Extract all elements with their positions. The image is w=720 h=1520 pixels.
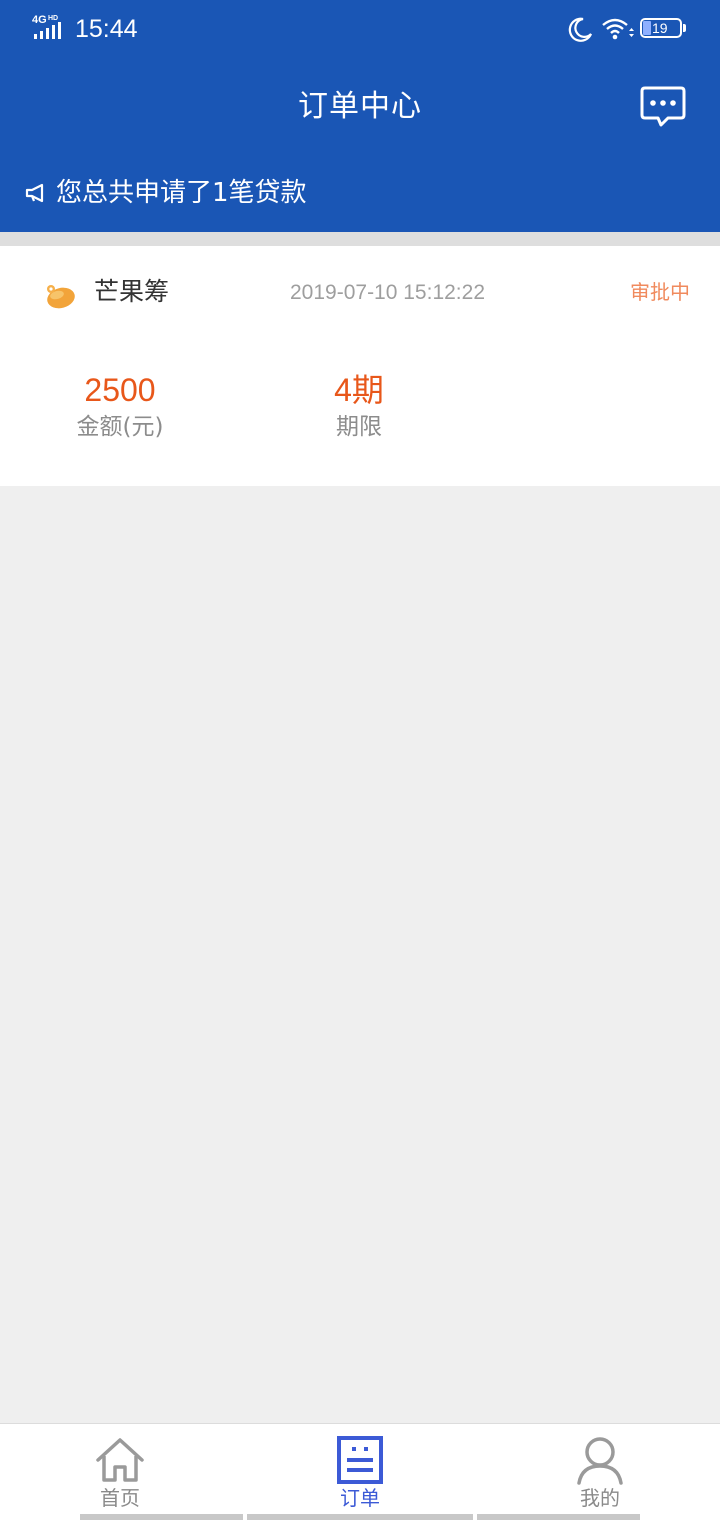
order-list-icon (337, 1436, 383, 1484)
tab-order-label: 订单 (340, 1486, 380, 1510)
battery-level: 19 (652, 20, 668, 36)
user-icon (577, 1437, 623, 1485)
order-card[interactable]: 芒果筹 2019-07-10 15:12:22 审批中 2500 金额(元) 4… (0, 246, 720, 486)
mango-logo-icon (47, 285, 75, 309)
brand-name: 芒果筹 (94, 277, 170, 306)
svg-text:HD: HD (48, 15, 58, 22)
tab-underline-order (247, 1514, 473, 1520)
wifi-icon (602, 18, 634, 40)
battery-icon: 19 (640, 18, 686, 40)
svg-text:4G: 4G (32, 14, 47, 26)
page-title: 订单中心 (298, 89, 422, 124)
chat-bubble-icon (640, 86, 686, 127)
home-icon (96, 1438, 144, 1482)
tab-home-label: 首页 (100, 1486, 140, 1510)
amount-stat: 2500 金额(元) (40, 368, 200, 442)
moon-icon (568, 17, 593, 42)
amount-label: 金额(元) (76, 414, 164, 440)
loan-notice: 您总共申请了1笔贷款 (24, 174, 307, 212)
divider (0, 232, 720, 246)
term-value: 4期 (334, 372, 384, 408)
status-bar: 4G HD 15:44 19 (0, 0, 720, 60)
amount-value: 2500 (84, 372, 156, 408)
term-stat: 4期 期限 (279, 368, 439, 442)
term-label: 期限 (336, 414, 382, 440)
header: 4G HD 15:44 19 订单中心 您总共申请了1笔贷款 (0, 0, 720, 232)
order-time: 2019-07-10 15:12:22 (290, 281, 485, 304)
tab-underline-home (80, 1514, 243, 1520)
message-button[interactable] (640, 85, 686, 127)
status-badge: 审批中 (630, 280, 690, 304)
tab-home[interactable]: 首页 (20, 1424, 220, 1516)
notice-text: 您总共申请了1笔贷款 (56, 178, 307, 208)
tab-mine[interactable]: 我的 (500, 1424, 700, 1516)
bottom-tab-bar: 首页 订单 我的 (0, 1423, 720, 1520)
megaphone-icon (25, 183, 44, 203)
tab-mine-label: 我的 (580, 1486, 620, 1510)
status-time: 15:44 (75, 15, 138, 43)
tab-underline-mine (477, 1514, 640, 1520)
tab-order[interactable]: 订单 (260, 1424, 460, 1516)
signal-4g-icon: 4G HD (32, 14, 61, 39)
